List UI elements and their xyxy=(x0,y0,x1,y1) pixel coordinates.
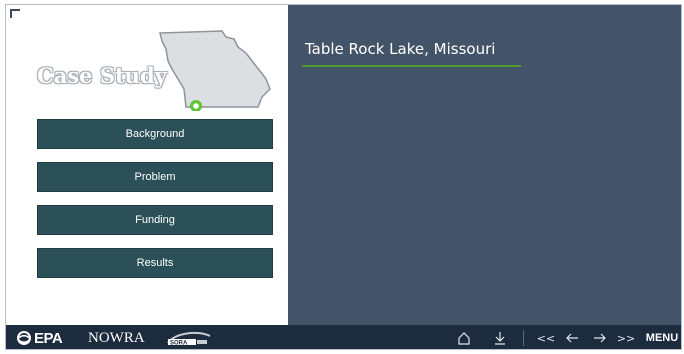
arrow-right-icon xyxy=(594,333,606,343)
title-underline xyxy=(302,65,521,67)
epa-seal-icon xyxy=(17,331,31,345)
previous-slide-button[interactable] xyxy=(563,325,581,349)
first-slide-button[interactable]: << xyxy=(537,325,555,349)
home-icon xyxy=(458,332,470,345)
nav-funding-button[interactable]: Funding xyxy=(37,205,273,235)
download-icon xyxy=(495,332,505,345)
epa-logo: EPA xyxy=(16,325,63,349)
nav-problem-button[interactable]: Problem xyxy=(37,162,273,192)
player-frame: » Case Study Background Problem Funding … xyxy=(5,4,682,350)
epa-logo-text: EPA xyxy=(34,329,63,347)
nav-background-button[interactable]: Background xyxy=(37,119,273,149)
sora-logo: SORA xyxy=(164,325,212,349)
svg-text:SORA: SORA xyxy=(170,341,188,347)
menu-button[interactable]: MENU xyxy=(644,325,680,349)
footer-divider xyxy=(523,330,524,346)
arrow-left-icon xyxy=(566,333,578,343)
last-slide-button[interactable]: >> xyxy=(616,325,636,349)
sora-logo-mark: SORA xyxy=(167,331,211,347)
slide-title: Table Rock Lake, Missouri xyxy=(305,40,496,58)
download-button[interactable] xyxy=(491,325,509,349)
player-footer: EPA NOWRA SORA << >> MENU xyxy=(6,325,681,349)
content-panel: Table Rock Lake, Missouri xyxy=(288,5,681,325)
case-study-title: Case Study xyxy=(37,63,167,88)
home-button[interactable] xyxy=(455,325,473,349)
next-slide-button[interactable] xyxy=(591,325,609,349)
nav-results-button[interactable]: Results xyxy=(37,248,273,278)
left-panel: Case Study Background Problem Funding Re… xyxy=(12,11,288,327)
nowra-logo: NOWRA xyxy=(88,329,145,346)
